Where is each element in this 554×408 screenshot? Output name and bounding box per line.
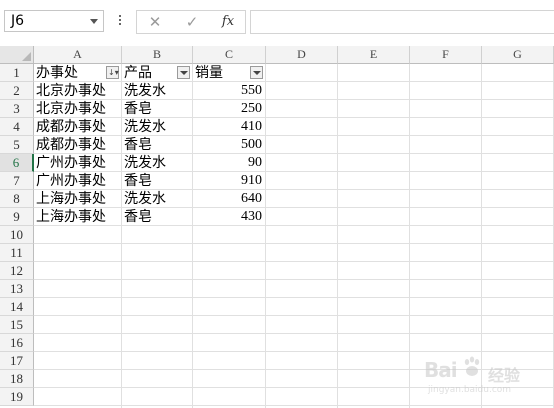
- row-header-15[interactable]: 15: [0, 316, 34, 334]
- name-box-value: J6: [11, 13, 25, 29]
- cell-product[interactable]: 香皂: [122, 100, 193, 118]
- row-header-1[interactable]: 1: [0, 64, 34, 82]
- cell-product[interactable]: 洗发水: [122, 82, 193, 100]
- sort-filter-button-office[interactable]: ↓▾: [106, 66, 119, 79]
- chevron-down-icon: [180, 71, 188, 75]
- column-header-d[interactable]: D: [266, 46, 338, 64]
- cell-office[interactable]: 上海办事处: [34, 190, 122, 208]
- grid-line: [34, 261, 554, 262]
- paw-icon: [464, 356, 480, 376]
- enter-icon[interactable]: ✓: [177, 11, 207, 33]
- row-header-5[interactable]: 5: [0, 136, 34, 154]
- grid-line: [34, 315, 554, 316]
- cell-office[interactable]: 上海办事处: [34, 208, 122, 226]
- row-header-14[interactable]: 14: [0, 298, 34, 316]
- filter-button-product[interactable]: [177, 66, 190, 79]
- row-header-10[interactable]: 10: [0, 226, 34, 244]
- insert-function-icon[interactable]: fx: [213, 11, 243, 33]
- watermark-suffix: 经验: [488, 366, 521, 385]
- row-header-4[interactable]: 4: [0, 118, 34, 136]
- row-header-13[interactable]: 13: [0, 280, 34, 298]
- cell-office[interactable]: 北京办事处: [34, 82, 122, 100]
- cell-sales[interactable]: 430: [193, 208, 266, 226]
- row-header-17[interactable]: 17: [0, 352, 34, 370]
- baidu-jingyan-watermark: Bai 经验 jingyan.baidu.com: [418, 352, 548, 402]
- row-header-11[interactable]: 11: [0, 244, 34, 262]
- grid-line: [34, 243, 554, 244]
- column-header-f[interactable]: F: [410, 46, 482, 64]
- row-header-7[interactable]: 7: [0, 172, 34, 190]
- chevron-down-icon[interactable]: [90, 19, 98, 24]
- cell-office[interactable]: 成都办事处: [34, 136, 122, 154]
- grid-line: [409, 64, 410, 408]
- formula-buttons: ✕ ✓ fx: [136, 10, 246, 34]
- cell-product[interactable]: 香皂: [122, 208, 193, 226]
- cell-office[interactable]: 北京办事处: [34, 100, 122, 118]
- select-all-corner[interactable]: [0, 46, 34, 64]
- watermark-url: jingyan.baidu.com: [428, 385, 512, 395]
- cell-office[interactable]: 广州办事处: [34, 172, 122, 190]
- grid-line: [34, 279, 554, 280]
- row-header-9[interactable]: 9: [0, 208, 34, 226]
- cell-product[interactable]: 洗发水: [122, 190, 193, 208]
- grid-line: [34, 297, 554, 298]
- row-header-12[interactable]: 12: [0, 262, 34, 280]
- formula-input[interactable]: [250, 10, 554, 34]
- column-header-e[interactable]: E: [338, 46, 410, 64]
- cell-sales[interactable]: 250: [193, 100, 266, 118]
- grid-line: [34, 333, 554, 334]
- formula-bar: J6 ✕ ✓ fx: [0, 0, 554, 46]
- filter-button-sales[interactable]: [250, 66, 263, 79]
- sort-ascending-icon: ↓▾: [108, 68, 119, 77]
- row-header-2[interactable]: 2: [0, 82, 34, 100]
- cell-sales[interactable]: 410: [193, 118, 266, 136]
- cell-sales[interactable]: 500: [193, 136, 266, 154]
- name-box[interactable]: J6: [4, 10, 104, 32]
- column-header-c[interactable]: C: [193, 46, 266, 64]
- cell-product[interactable]: 洗发水: [122, 118, 193, 136]
- more-options-icon[interactable]: [118, 13, 122, 29]
- watermark-logo-text: Bai: [424, 358, 458, 382]
- row-header-16[interactable]: 16: [0, 334, 34, 352]
- cell-product[interactable]: 洗发水: [122, 154, 193, 172]
- row-header-8[interactable]: 8: [0, 190, 34, 208]
- cancel-icon[interactable]: ✕: [140, 11, 170, 33]
- column-header-a[interactable]: A: [34, 46, 122, 64]
- cell-sales[interactable]: 640: [193, 190, 266, 208]
- row-header-18[interactable]: 18: [0, 370, 34, 388]
- chevron-down-icon: [253, 71, 261, 75]
- cell-sales[interactable]: 550: [193, 82, 266, 100]
- grid-line: [34, 405, 554, 406]
- row-header-19[interactable]: 19: [0, 388, 34, 406]
- column-header-b[interactable]: B: [122, 46, 193, 64]
- cell-product[interactable]: 香皂: [122, 136, 193, 154]
- cell-office[interactable]: 成都办事处: [34, 118, 122, 136]
- grid-line: [337, 64, 338, 408]
- cell-sales[interactable]: 910: [193, 172, 266, 190]
- cell-product[interactable]: 香皂: [122, 172, 193, 190]
- row-header-6[interactable]: 6: [0, 154, 34, 172]
- row-header-3[interactable]: 3: [0, 100, 34, 118]
- column-header-g[interactable]: G: [482, 46, 554, 64]
- cell-sales[interactable]: 90: [193, 154, 266, 172]
- cell-office[interactable]: 广州办事处: [34, 154, 122, 172]
